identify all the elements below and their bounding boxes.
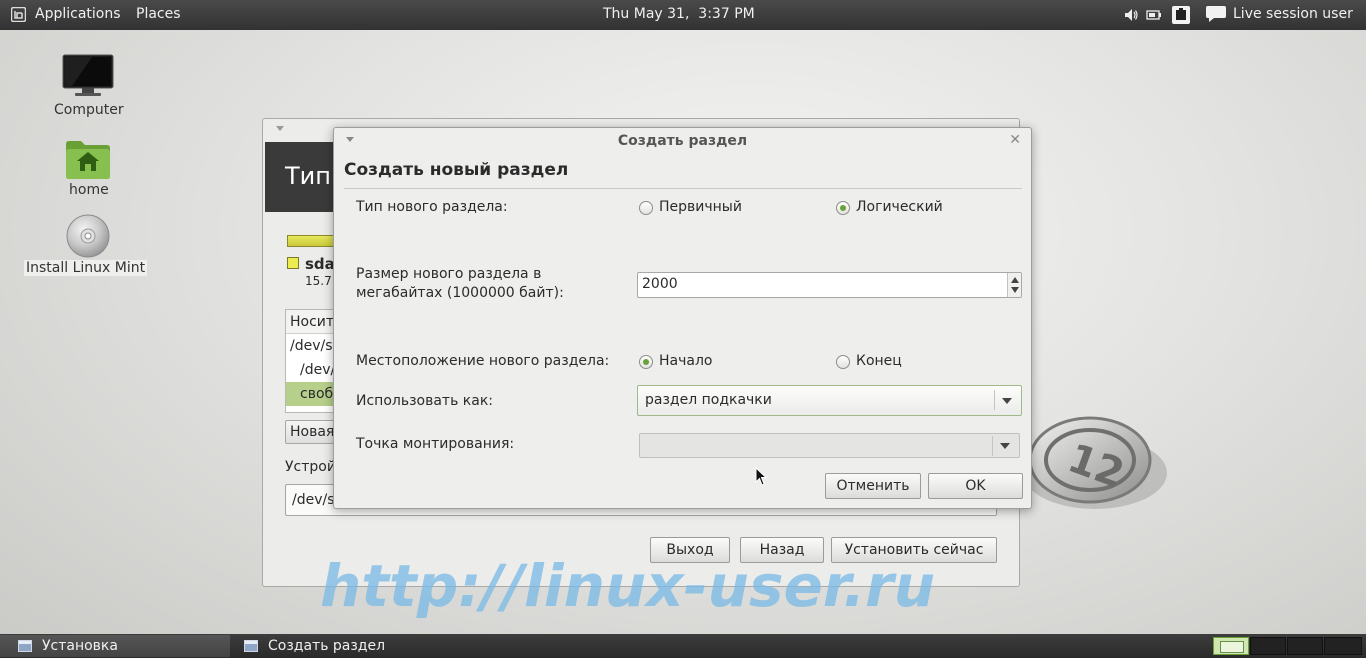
bootloader-device-value: /dev/s xyxy=(292,492,335,508)
spin-down-icon[interactable] xyxy=(1011,287,1019,293)
workspace-1[interactable] xyxy=(1213,637,1249,655)
mount-point-combo[interactable] xyxy=(639,433,1020,458)
places-menu[interactable]: Places xyxy=(136,6,181,22)
taskbar-item-label: Установка xyxy=(42,638,118,654)
use-as-combo[interactable]: раздел подкачки xyxy=(637,385,1022,416)
end-radio[interactable] xyxy=(836,355,850,369)
primary-radio[interactable] xyxy=(639,201,653,215)
location-label: Местоположение нового раздела: xyxy=(356,353,610,369)
create-partition-dialog: Создать раздел ✕ Создать новый раздел Ти… xyxy=(333,127,1032,509)
taskbar-item-label: Создать раздел xyxy=(268,638,386,654)
top-panel: Applications Places Thu May 31, 3:37 PM … xyxy=(0,0,1366,30)
battery-icon[interactable] xyxy=(1146,7,1162,23)
computer-icon xyxy=(62,54,114,96)
heading-separator xyxy=(344,188,1022,189)
size-label-line1: Размер нового раздела в xyxy=(356,266,542,282)
workspace-3[interactable] xyxy=(1287,637,1323,655)
size-label-line2: мегабайтах (1000000 байт): xyxy=(356,285,564,301)
desktop-icon-label: Computer xyxy=(54,102,124,118)
chevron-down-icon[interactable] xyxy=(1002,398,1012,404)
start-radio-label[interactable]: Начало xyxy=(659,352,712,371)
window-menu-arrow[interactable] xyxy=(276,126,284,131)
disk-size: 15.7 xyxy=(305,274,332,288)
use-as-value: раздел подкачки xyxy=(645,392,772,408)
disk-label: sda xyxy=(305,255,335,273)
dialog-titlebar[interactable]: Создать раздел ✕ xyxy=(334,128,1031,154)
disc-icon xyxy=(66,214,110,258)
combo-divider xyxy=(992,436,993,456)
workspace-4[interactable] xyxy=(1324,637,1362,655)
logical-radio[interactable] xyxy=(836,201,850,215)
mouse-cursor-icon xyxy=(755,467,767,486)
dialog-heading: Создать новый раздел xyxy=(344,160,569,180)
watermark: http://linux-user.ru xyxy=(320,552,936,620)
mint-menu-icon[interactable] xyxy=(11,7,26,22)
taskbar-item-create-partition[interactable]: Создать раздел xyxy=(226,635,456,657)
logical-radio-label[interactable]: Логический xyxy=(856,198,943,217)
desktop-icon-home[interactable]: home xyxy=(50,134,130,204)
desktop-icon-label: Install Linux Mint xyxy=(24,260,148,276)
installer-header-title: Тип xyxy=(285,162,331,190)
combo-divider xyxy=(994,390,995,410)
linux-mint-logo: 12 xyxy=(1023,416,1167,509)
desktop-icon-install[interactable]: Install Linux Mint xyxy=(22,212,156,282)
chat-icon[interactable] xyxy=(1205,4,1227,24)
size-spinbox[interactable]: 2000 xyxy=(637,272,1022,298)
home-folder-icon xyxy=(66,141,110,179)
ok-button[interactable]: OK xyxy=(928,473,1023,499)
taskbar-item-installer[interactable]: Установка xyxy=(0,635,230,657)
size-value[interactable]: 2000 xyxy=(642,276,678,292)
workspace-2[interactable] xyxy=(1250,637,1286,655)
spin-buttons[interactable] xyxy=(1007,273,1021,297)
session-user[interactable]: Live session user xyxy=(1233,6,1353,22)
start-radio[interactable] xyxy=(639,355,653,369)
applications-menu[interactable]: Applications xyxy=(35,6,121,22)
partition-type-label: Тип нового раздела: xyxy=(356,199,508,215)
network-icon[interactable] xyxy=(1171,5,1191,25)
window-icon xyxy=(18,640,32,652)
dialog-title: Создать раздел xyxy=(617,133,748,149)
partition-legend-swatch xyxy=(287,257,299,269)
cancel-button[interactable]: Отменить xyxy=(825,473,921,499)
close-icon[interactable]: ✕ xyxy=(1009,132,1021,148)
volume-icon[interactable] xyxy=(1123,7,1139,23)
end-radio-label[interactable]: Конец xyxy=(856,352,902,371)
chevron-down-icon[interactable] xyxy=(1000,443,1010,449)
primary-radio-label[interactable]: Первичный xyxy=(659,198,742,217)
clock[interactable]: Thu May 31, 3:37 PM xyxy=(603,6,755,22)
spin-up-icon[interactable] xyxy=(1011,277,1019,283)
use-as-label: Использовать как: xyxy=(356,393,493,409)
desktop-icon-computer[interactable]: Computer xyxy=(50,52,130,122)
bottom-panel: Установка Создать раздел xyxy=(0,634,1366,658)
desktop-icon-label: home xyxy=(69,182,109,198)
mount-point-label: Точка монтирования: xyxy=(356,436,515,452)
window-icon xyxy=(244,640,258,652)
